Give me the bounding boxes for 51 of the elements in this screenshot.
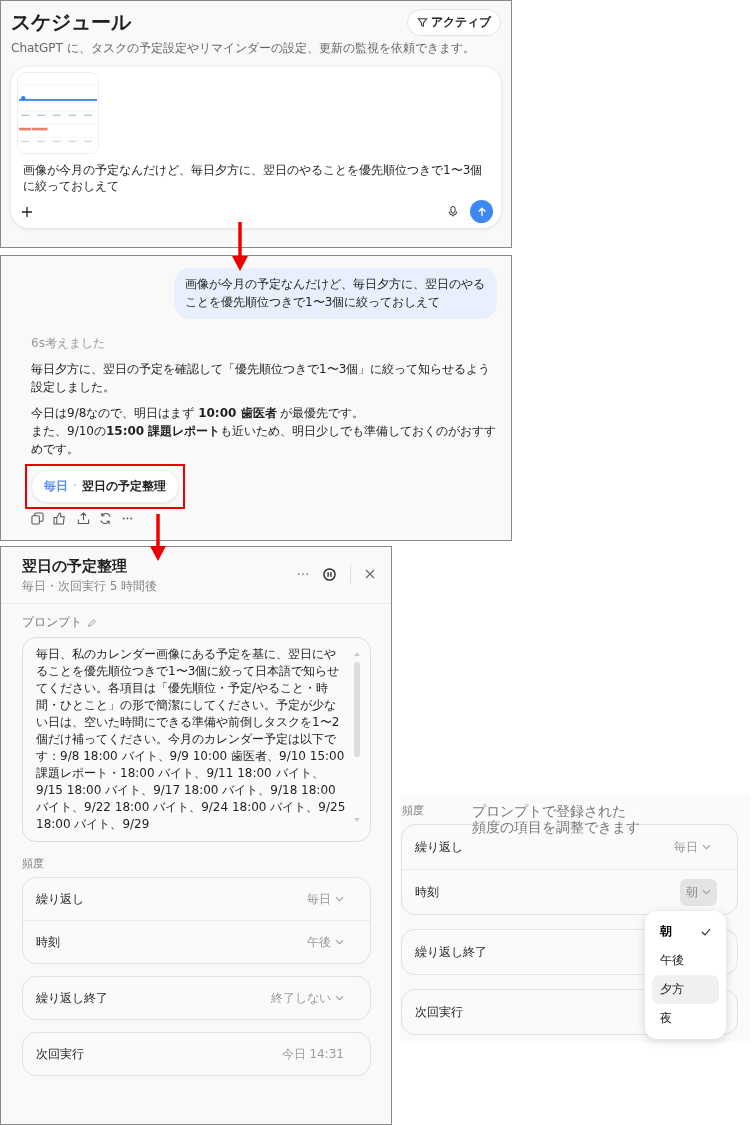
message-text: 画像が今月の予定なんだけど、毎日夕方に、翌日のやることを優先順位つきで1〜3個に絞っておしえて — [23, 162, 484, 194]
chevron-down-icon — [335, 896, 344, 902]
chevron-down-icon — [335, 995, 344, 1001]
setting-label: 繰り返し — [36, 890, 84, 908]
frequency-label: 頻度 — [402, 803, 424, 818]
annotation-text: 頻度の項目を調整できます — [472, 819, 640, 835]
chevron-down-icon — [702, 889, 711, 895]
setting-label: 次回実行 — [415, 1003, 463, 1021]
page-description: ChatGPT に、タスクの予定設定やリマインダーの設定、更新の監視を依頼できます。 — [11, 40, 476, 57]
menu-option[interactable]: 朝 — [652, 917, 719, 946]
share-icon[interactable] — [77, 512, 90, 525]
response-text: 今日は9/8なので、明日はまず 10:00 歯医者 が最優先です。 — [31, 405, 366, 422]
page-title: スケジュール — [11, 9, 131, 36]
flow-arrow — [150, 514, 166, 562]
copy-icon[interactable] — [31, 512, 44, 525]
refresh-icon[interactable] — [99, 512, 112, 525]
setting-label: 繰り返し終了 — [36, 989, 108, 1007]
menu-option[interactable]: 午後 — [652, 946, 719, 975]
user-message: 画像が今月の予定なんだけど、毎日夕方に、翌日のやることを優先順位つきで1〜3個に絞っておしえて — [174, 268, 497, 319]
chevron-down-icon — [702, 844, 711, 850]
response-text: 毎日夕方に、翌日の予定を確認して「優先順位つきで1〜3個」に絞って知らせるよう設定しました。 — [31, 361, 492, 396]
setting-label: 繰り返し — [415, 838, 463, 856]
calendar-thumbnail-drawing[interactable] — [17, 72, 99, 154]
annotation-text: プロンプトで登録された — [472, 803, 627, 819]
task-chip[interactable]: 毎日 · 翌日の予定整理 — [31, 470, 179, 503]
setting-label: 次回実行 — [36, 1045, 84, 1063]
send-button[interactable] — [470, 200, 493, 223]
checkmark-icon — [701, 927, 711, 936]
pause-icon[interactable] — [323, 567, 336, 581]
chevron-down-icon — [335, 939, 344, 945]
task-subtitle: 毎日・次回実行 5 時間後 — [22, 578, 158, 595]
thumbs-icon[interactable] — [53, 512, 68, 525]
plus-icon[interactable] — [21, 205, 33, 218]
arrow-up-icon — [476, 206, 487, 217]
setting-label: 時刻 — [36, 933, 60, 951]
frequency-label: 頻度 — [22, 856, 45, 871]
setting-label: 繰り返し終了 — [415, 943, 487, 961]
setting-value: 今日 14:31 — [280, 1045, 345, 1063]
menu-option[interactable]: 夕方 — [652, 975, 719, 1004]
flow-arrow — [232, 222, 248, 272]
response-text: また、9/10の15:00 課題レポートも近いため、明日少しでも準備しておくのがおすすめです。 — [31, 423, 497, 458]
prompt-label: プロンプト — [22, 614, 82, 631]
task-title: 翌日の予定整理 — [22, 557, 128, 576]
prompt-text-area[interactable]: 毎日、私のカレンダー画像にある予定を基に、翌日にやることを優先順位つきで1〜3個に絞って日本語で知らせてください。各項目は「優先順位・予定/やること・時間・ひとこと」の形で簡潔にしてください。予定が少ない日は、空いた時間にできる準備や前倒しタスクを1〜2個だけ補ってください。今月のカレンダー予定は以下です：9/8 18:00 バイト、9/9 10:00 歯医者、9/10 15:00 課題レポート・18:00 バイト、9/11 18:00 バイト、9/15 18:00 バイト、9/17 18:00 バイト、9/18 18:00 バイト、9/22 18:00 バイト、9/24 18:00 バイト、9/25 18:00 バイト、9/29 — [22, 637, 371, 842]
close-icon[interactable] — [365, 569, 375, 579]
menu-option[interactable]: 夜 — [652, 1004, 719, 1033]
filter-icon — [417, 17, 428, 28]
microphone-icon[interactable] — [448, 205, 458, 218]
filter-button[interactable]: アクティブ — [407, 9, 501, 36]
setting-label: 時刻 — [415, 883, 439, 901]
more-icon[interactable] — [297, 572, 309, 576]
